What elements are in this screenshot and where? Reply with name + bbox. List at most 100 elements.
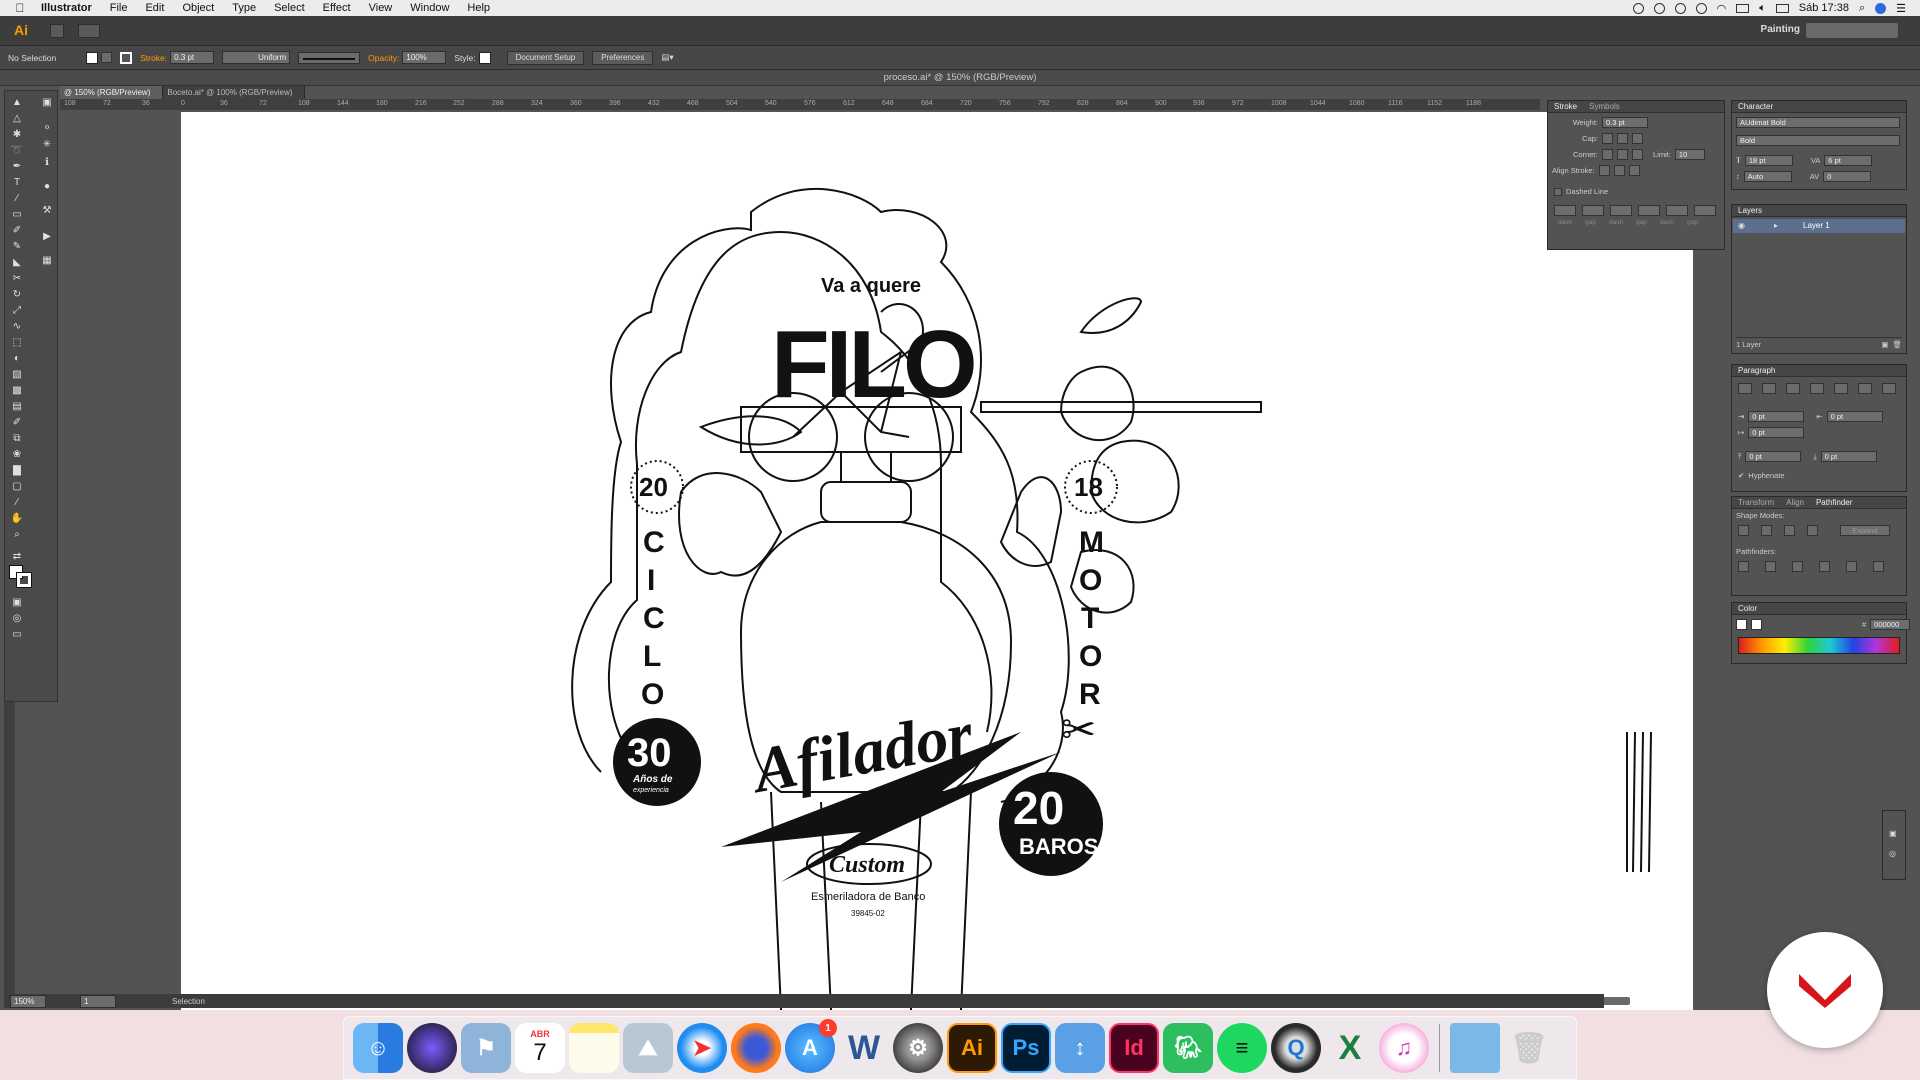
menu-help[interactable]: Help xyxy=(458,2,499,14)
layer-expand-icon[interactable]: ▸ xyxy=(1774,221,1778,230)
siri-icon[interactable] xyxy=(407,1023,457,1073)
line-tool-icon[interactable]: ∕ xyxy=(9,193,25,205)
collapsed-panel-icon-1[interactable]: ▣ xyxy=(1889,829,1897,838)
notes-icon[interactable] xyxy=(569,1023,619,1073)
dashed-line-checkbox[interactable] xyxy=(1554,187,1562,196)
zoom-field[interactable]: 150% xyxy=(10,994,46,1008)
lasso-tool-icon[interactable]: ➰ xyxy=(9,145,25,157)
photoshop-icon[interactable]: Ps xyxy=(1001,1023,1051,1073)
artboard[interactable]: Va a quere FILO 20 18 C I C L O M O T O … xyxy=(181,112,1693,1010)
menu-effect[interactable]: Effect xyxy=(314,2,360,14)
scale-tool-icon[interactable]: ⤢ xyxy=(9,305,25,317)
timemachine-icon[interactable] xyxy=(1695,2,1707,14)
font-style-select[interactable]: Bold xyxy=(1736,135,1900,146)
color-spectrum[interactable] xyxy=(1738,637,1900,654)
right-indent-input[interactable]: 0 pt xyxy=(1826,411,1883,422)
tab-symbols[interactable]: Symbols xyxy=(1589,101,1620,112)
align-inside-button[interactable] xyxy=(1613,165,1625,176)
magic-wand-tool-icon[interactable]: ✱ xyxy=(9,129,25,141)
opacity-label[interactable]: Opacity: xyxy=(368,53,399,63)
graphic-style-swatch[interactable] xyxy=(478,51,491,64)
trash-icon[interactable]: 🗑︎ xyxy=(1504,1023,1554,1073)
apple-menu-icon[interactable]:  xyxy=(8,1,32,15)
brush-definition[interactable] xyxy=(298,51,361,64)
space-before-input[interactable]: 0 pt xyxy=(1745,451,1802,462)
airplay-icon[interactable] xyxy=(1736,3,1750,13)
pencil-tool-icon[interactable]: ✎ xyxy=(9,241,25,253)
tab-transform[interactable]: Transform xyxy=(1738,497,1774,508)
leading-input[interactable]: Auto xyxy=(1743,171,1792,182)
fill-stroke-swap-icon[interactable]: ⇄ xyxy=(9,551,25,563)
hex-color-input[interactable]: 000000 xyxy=(1870,619,1911,630)
stroke-weight-input[interactable]: 0.3 pt xyxy=(1602,117,1648,128)
round-join-button[interactable] xyxy=(1617,149,1628,160)
justify-right-button[interactable] xyxy=(1858,383,1872,394)
dash-3-input[interactable] xyxy=(1666,205,1688,216)
info-icon[interactable]: ℹ xyxy=(39,157,55,169)
rectangle-tool-icon[interactable]: ▭ xyxy=(9,209,25,221)
artboard-navigation-field[interactable]: 1 xyxy=(80,994,116,1008)
rotate-tool-icon[interactable]: ↻ xyxy=(9,289,25,301)
gradient-sphere-icon[interactable]: ● xyxy=(39,181,55,193)
align-left-button[interactable] xyxy=(1738,383,1752,394)
trim-button[interactable] xyxy=(1765,561,1776,572)
menu-object[interactable]: Object xyxy=(173,2,223,14)
tab-stroke[interactable]: Stroke xyxy=(1554,101,1577,112)
layer-visibility-icon[interactable]: ◉ xyxy=(1738,221,1745,230)
color-mode-icon[interactable]: ▣ xyxy=(9,597,25,609)
system-preferences-icon[interactable]: ⚙ xyxy=(893,1023,943,1073)
white-color-swatch[interactable] xyxy=(1751,619,1762,630)
arrange-documents-button[interactable] xyxy=(78,24,100,38)
left-indent-input[interactable]: 0 pt xyxy=(1748,411,1805,422)
scissors-tool-icon[interactable]: ✂ xyxy=(9,273,25,285)
siri-menubar-icon[interactable] xyxy=(1875,2,1887,14)
eyedropper-tool-icon[interactable]: ✐ xyxy=(9,417,25,429)
menu-type[interactable]: Type xyxy=(223,2,265,14)
menu-select[interactable]: Select xyxy=(265,2,314,14)
free-transform-tool-icon[interactable]: ⬚ xyxy=(9,337,25,349)
divide-button[interactable] xyxy=(1738,561,1749,572)
evernote-icon[interactable]: 🐘︎ xyxy=(1163,1023,1213,1073)
align-right-button[interactable] xyxy=(1786,383,1800,394)
firefox-icon[interactable] xyxy=(731,1023,781,1073)
expand-button[interactable]: Expand xyxy=(1840,525,1890,536)
slice-tool-icon[interactable]: ∕ xyxy=(9,497,25,509)
font-size-input[interactable]: 18 pt xyxy=(1744,155,1793,166)
tab-align[interactable]: Align xyxy=(1786,497,1804,508)
miter-limit-input[interactable]: 10 xyxy=(1674,149,1705,160)
opacity-field[interactable]: 100% xyxy=(402,51,447,64)
stroke-color-icon[interactable] xyxy=(16,572,32,588)
direct-selection-tool-icon[interactable]: △ xyxy=(9,113,25,125)
safari-icon[interactable]: ➤ xyxy=(677,1023,727,1073)
unite-button[interactable] xyxy=(1738,525,1749,536)
exclude-button[interactable] xyxy=(1807,525,1818,536)
shape-builder-tool-icon[interactable]: ◐ xyxy=(9,353,25,365)
indesign-icon[interactable]: Id xyxy=(1109,1023,1159,1073)
butt-cap-button[interactable] xyxy=(1602,133,1613,144)
workspace-switcher[interactable]: Painting xyxy=(1761,24,1800,35)
tab-boceto[interactable]: Boceto.ai* @ 100% (RGB/Preview) xyxy=(163,86,306,99)
notification-center-icon[interactable]: ☰ xyxy=(1896,2,1906,15)
crop-button[interactable] xyxy=(1819,561,1830,572)
calendar-icon[interactable]: ABR 7 xyxy=(515,1023,565,1073)
hyphenate-checkbox[interactable]: ✔ xyxy=(1738,471,1744,480)
table-icon[interactable]: ▦ xyxy=(39,255,55,267)
layer-row-1[interactable]: Layer 1 xyxy=(1733,219,1905,233)
intersect-button[interactable] xyxy=(1784,525,1795,536)
blob-brush-tool-icon[interactable]: ℴ xyxy=(39,121,55,133)
finder-icon[interactable]: ☺ xyxy=(353,1023,403,1073)
collapsed-panel-icon-2[interactable]: ◎ xyxy=(1889,849,1896,858)
minus-back-button[interactable] xyxy=(1873,561,1884,572)
draw-mode-icon[interactable]: ◎ xyxy=(9,613,25,625)
stroke-swatch[interactable] xyxy=(120,51,133,64)
delete-layer-icon[interactable]: 🗑︎ xyxy=(1892,340,1902,349)
status-icon[interactable] xyxy=(1674,2,1686,14)
round-cap-button[interactable] xyxy=(1617,133,1628,144)
eraser-tool-icon[interactable]: ◣ xyxy=(9,257,25,269)
quicktime-icon[interactable]: Q xyxy=(1271,1023,1321,1073)
gap-2-input[interactable] xyxy=(1638,205,1660,216)
menu-file[interactable]: File xyxy=(101,2,137,14)
dash-1-input[interactable] xyxy=(1554,205,1576,216)
spotify-icon[interactable]: ≡ xyxy=(1217,1023,1267,1073)
artboard-tool-icon-2[interactable]: ▢ xyxy=(9,481,25,493)
